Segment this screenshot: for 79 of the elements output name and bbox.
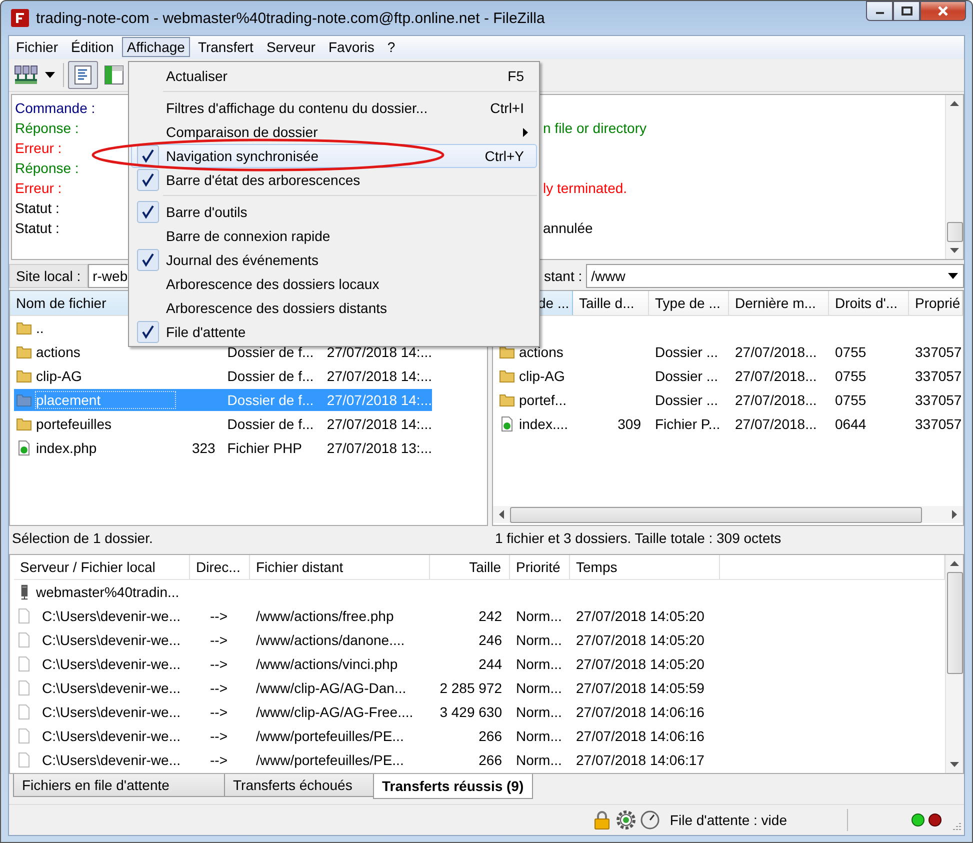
table-cell-text: /www/clip-AG/AG-Free.... <box>255 704 414 720</box>
log-message: annulée <box>543 220 593 236</box>
table-cell-text: 266 <box>478 728 503 744</box>
table-cell-text: Fichier P... <box>654 416 722 432</box>
table-cell-text: --> <box>209 632 228 648</box>
table-cell-text: 242 <box>478 608 503 624</box>
table-cell-text: --> <box>209 608 228 624</box>
table-cell-text: Dossier ... <box>654 392 720 408</box>
shortcut-text: Ctrl+Y <box>484 148 524 164</box>
table-cell-text: --> <box>209 704 228 720</box>
table-cell-text: Norm... <box>515 608 563 624</box>
table-cell-text: 244 <box>478 656 503 672</box>
shortcut-text: F5 <box>508 68 524 84</box>
table-cell-text: Dossier ... <box>654 344 720 360</box>
table-cell-text: 27/07/2018 14:06:17 <box>575 752 706 768</box>
table-cell-text: 3 429 630 <box>438 704 503 720</box>
table-cell-text: 2 285 972 <box>438 680 503 696</box>
table-cell-text: 337057 <box>914 392 963 408</box>
table-cell-text: 0644 <box>834 416 868 432</box>
window-title: trading-note-com - webmaster%40trading-note.com@ftp.online.net - FileZilla <box>36 10 545 26</box>
log-label: Statut : <box>15 220 60 236</box>
table-cell-text: 27/07/2018... <box>734 368 818 384</box>
table-cell-text: 0755 <box>834 344 868 360</box>
table-cell-text: /www/actions/danone.... <box>255 632 406 648</box>
log-label: Erreur : <box>15 140 62 156</box>
table-cell-text: --> <box>209 752 228 768</box>
table-cell-text: 266 <box>478 752 503 768</box>
table-cell-text: 337057 <box>914 368 963 384</box>
table-cell-text: 27/07/2018 14:05:20 <box>575 632 706 648</box>
table-cell-text: 337057 <box>914 416 963 432</box>
table-cell-text: Norm... <box>515 680 563 696</box>
table-cell-text: 27/07/2018 14:05:59 <box>575 680 706 696</box>
table-cell-text: Norm... <box>515 704 563 720</box>
table-cell-text: 337057 <box>914 344 963 360</box>
table-cell-text: 0755 <box>834 368 868 384</box>
status-text: 1 fichier et 3 dossiers. Taille totale : 309 octets <box>494 529 782 548</box>
table-cell: webmaster%40tradin... <box>36 584 180 600</box>
table-cell: C:\Users\devenir-we... <box>42 704 180 720</box>
table-cell-text: Norm... <box>515 752 563 768</box>
table-cell-text: --> <box>209 728 228 744</box>
table-cell: C:\Users\devenir-we... <box>42 656 180 672</box>
table-cell-text: --> <box>209 680 228 696</box>
log-label: Commande : <box>15 100 96 116</box>
table-cell-text: 27/07/2018 14:06:16 <box>575 728 706 744</box>
table-cell-text: 27/07/2018 14:05:20 <box>575 656 706 672</box>
table-cell: C:\Users\devenir-we... <box>42 752 180 768</box>
path-label: stant : <box>543 267 584 286</box>
log-label: Réponse : <box>15 120 79 136</box>
table-cell-text: 27/07/2018... <box>734 416 818 432</box>
table-cell-text: --> <box>209 656 228 672</box>
table-cell-text: /www/actions/vinci.php <box>255 656 399 672</box>
table-cell-text: /www/portefeuilles/PE... <box>255 728 405 744</box>
table-cell-text: 27/07/2018 14:06:16 <box>575 704 706 720</box>
shortcut-text: Ctrl+I <box>490 100 524 116</box>
queue-status: File d'attente : vide <box>670 812 787 828</box>
log-message: ly terminated. <box>543 180 628 196</box>
table-cell-text: Norm... <box>515 728 563 744</box>
log-message: n file or directory <box>543 120 646 136</box>
path-label: Site local : <box>9 264 88 288</box>
table-cell-text: 0755 <box>834 392 868 408</box>
table-cell-text: Norm... <box>515 656 563 672</box>
log-label: Statut : <box>15 200 60 216</box>
log-label: Réponse : <box>15 160 79 176</box>
table-cell-text: 27/07/2018... <box>734 392 818 408</box>
log-label: Erreur : <box>15 180 62 196</box>
table-cell-text: /www/portefeuilles/PE... <box>255 752 405 768</box>
table-cell-text: 27/07/2018... <box>734 344 818 360</box>
table-cell-text: /www/actions/free.php <box>255 608 395 624</box>
table-cell-text: Norm... <box>515 632 563 648</box>
status-text: Sélection de 1 dossier. <box>11 529 154 548</box>
table-cell: C:\Users\devenir-we... <box>42 728 180 744</box>
table-cell-text: 27/07/2018 14:05:20 <box>575 608 706 624</box>
table-cell-text: 309 <box>616 416 642 432</box>
table-cell: C:\Users\devenir-we... <box>42 608 180 624</box>
table-cell-text: Dossier ... <box>654 368 720 384</box>
table-cell-text: /www/clip-AG/AG-Dan... <box>255 680 408 696</box>
table-cell: C:\Users\devenir-we... <box>42 680 180 696</box>
table-cell: C:\Users\devenir-we... <box>42 632 180 648</box>
table-cell-text: 246 <box>478 632 503 648</box>
